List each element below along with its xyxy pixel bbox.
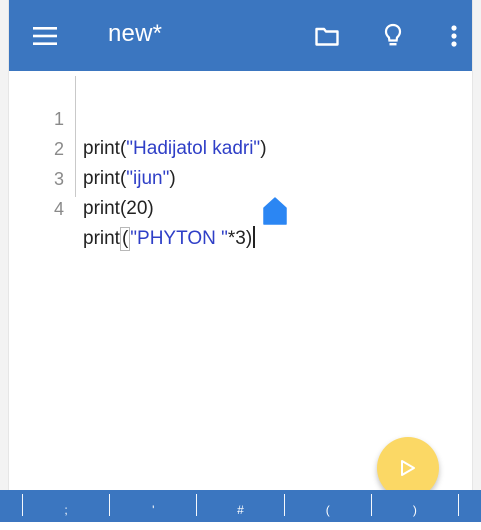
string-literal: "ijun" — [126, 168, 170, 189]
key-quote[interactable]: ' — [110, 490, 196, 522]
code-text: ) — [169, 168, 176, 189]
code-editor[interactable]: 1 print("Hadijatol kadri") 2 print("ijun… — [9, 71, 472, 490]
matching-bracket-highlight: ( — [119, 227, 131, 251]
code-line[interactable]: 2 print("ijun") — [9, 104, 176, 189]
key-hash[interactable]: # — [197, 490, 283, 522]
code-line[interactable]: 3 print(20) — [9, 134, 154, 219]
right-frame — [472, 0, 481, 522]
line-number: 4 — [53, 199, 64, 219]
play-icon — [401, 460, 415, 476]
lightbulb-icon[interactable] — [375, 0, 411, 71]
gutter-divider — [75, 76, 76, 197]
menu-icon[interactable] — [29, 0, 61, 71]
code-text: print — [83, 228, 120, 249]
code-text: *3) — [227, 228, 253, 249]
key-semicolon[interactable]: ; — [23, 490, 109, 522]
string-literal: "PHYTON " — [130, 228, 228, 249]
folder-icon[interactable] — [309, 0, 345, 71]
left-frame — [0, 0, 9, 522]
file-title: new* — [108, 20, 163, 47]
key-open-paren[interactable]: ( — [285, 490, 371, 522]
code-text: print( — [83, 138, 127, 159]
more-vertical-icon[interactable] — [439, 0, 469, 71]
app-bar: new* — [9, 0, 472, 71]
code-text: print( — [83, 168, 127, 189]
symbol-keybar: ; ' # ( ) — [0, 490, 481, 522]
cursor-handle-icon[interactable] — [262, 196, 288, 226]
key-close-paren[interactable]: ) — [372, 490, 458, 522]
string-literal: "Hadijatol kadri" — [126, 138, 261, 159]
code-text: print(20) — [83, 198, 154, 219]
code-line[interactable]: 4 print("PHYTON "*3) — [9, 164, 255, 251]
code-line[interactable]: 1 print("Hadijatol kadri") — [9, 74, 267, 159]
code-text: ) — [260, 138, 267, 159]
text-caret — [253, 226, 255, 248]
